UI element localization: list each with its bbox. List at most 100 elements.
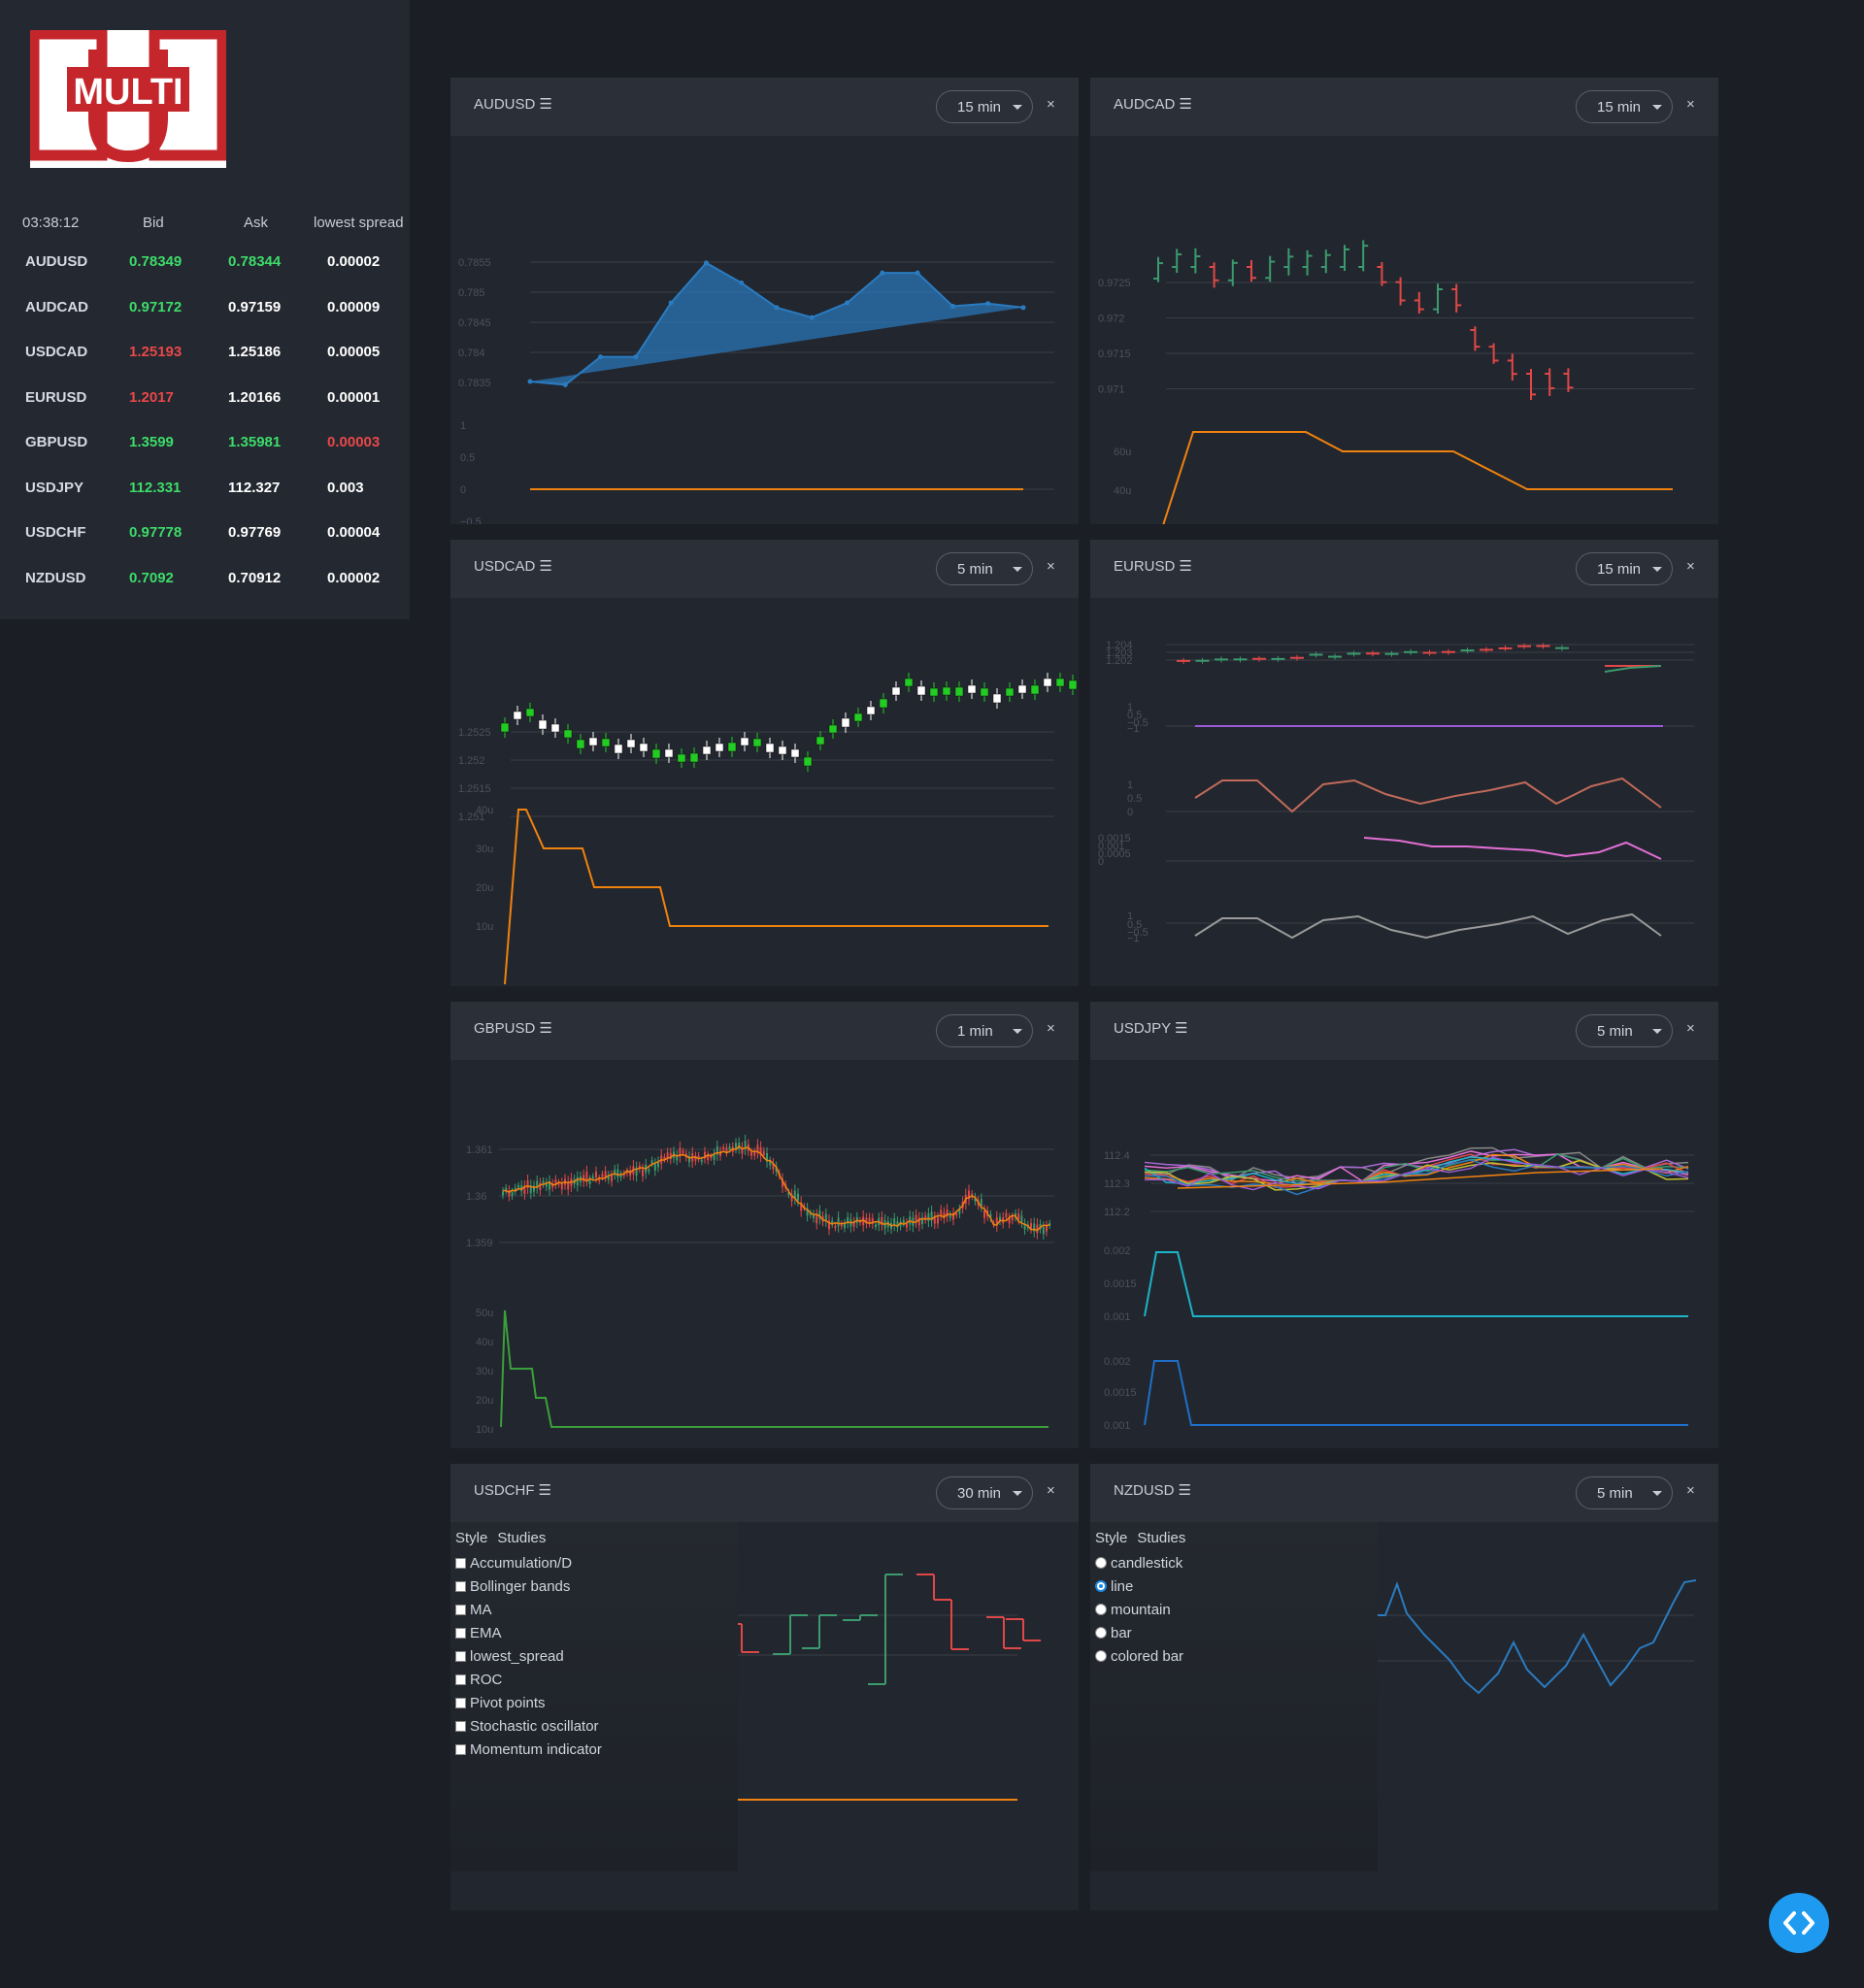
quote-row[interactable]: GBPUSD 1.3599 1.35981 0.00003 [0,434,410,479]
study-checkbox[interactable] [455,1580,466,1592]
study-checkbox[interactable] [455,1743,466,1755]
study-option[interactable]: Stochastic oscillator [455,1716,599,1736]
candle-body [604,1171,607,1177]
usdcad-chart[interactable]: 1.25251.2521.25151.25140u30u20u10u00:000… [450,598,1079,986]
study-checkbox[interactable] [455,1557,466,1569]
timeframe-select[interactable]: 5 min [936,552,1033,585]
study-checkbox[interactable] [455,1697,466,1708]
panel-title[interactable]: NZDUSD ☰ [1114,1481,1191,1499]
quote-row[interactable]: USDCHF 0.97778 0.97769 0.00004 [0,524,410,569]
timeframe-select[interactable]: 1 min [936,1014,1033,1047]
quote-row[interactable]: EURUSD 1.2017 1.20166 0.00001 [0,389,410,434]
close-icon[interactable]: × [1047,1482,1055,1499]
gbpusd-chart[interactable]: 1.3611.361.35950u40u30u20u10u00:0000:300… [450,1060,1079,1448]
quote-row[interactable]: AUDCAD 0.97172 0.97159 0.00009 [0,299,410,344]
close-icon[interactable]: × [1686,558,1695,575]
quote-row[interactable]: USDCAD 1.25193 1.25186 0.00005 [0,344,410,388]
data-point [527,379,533,384]
study-checkbox[interactable] [455,1720,466,1732]
study-checkbox[interactable] [455,1673,466,1685]
chevron-down-icon [1013,105,1022,110]
timeframe-select[interactable]: 15 min [1576,90,1673,123]
study-label: Pivot points [470,1694,546,1711]
candle-body [1046,1225,1048,1232]
candle-body [929,687,939,697]
timeframe-select[interactable]: 5 min [1576,1014,1673,1047]
data-point [774,305,780,311]
quote-bid: 1.25193 [129,344,183,360]
style-radio[interactable] [1095,1580,1107,1592]
quote-row[interactable]: NZDUSD 0.7092 0.70912 0.00002 [0,570,410,614]
study-option[interactable]: MA [455,1600,492,1619]
candle-body [954,686,964,697]
study-checkbox[interactable] [455,1650,466,1662]
style-radio[interactable] [1095,1604,1107,1615]
timeframe-value: 15 min [957,99,1002,116]
quote-row[interactable]: USDJPY 112.331 112.327 0.003 [0,480,410,524]
indicator-line [1144,1251,1688,1317]
panel-title[interactable]: AUDCAD ☰ [1114,95,1192,113]
style-option[interactable]: bar [1095,1623,1132,1642]
study-option[interactable]: Momentum indicator [455,1740,602,1759]
usdjpy-chart[interactable]: 112.4 112.3 112.2 0.002 0.0015 0.001 0.002 0.00… [1090,1060,1718,1448]
quote-ask: 1.25186 [228,344,282,360]
data-point [703,260,709,266]
study-option[interactable]: EMA [455,1623,502,1642]
audcad-chart[interactable]: 0.97250.9720.97150.97160u40u20u00:0000:3… [1090,136,1718,524]
quote-spread: 0.003 [327,479,364,496]
study-option[interactable]: Pivot points [455,1693,546,1712]
data-point [739,280,745,285]
panel-title[interactable]: GBPUSD ☰ [474,1019,552,1037]
timeframe-select[interactable]: 5 min [1576,1476,1673,1509]
panel-title[interactable]: USDCHF ☰ [474,1481,551,1499]
close-icon[interactable]: × [1686,1482,1695,1499]
close-icon[interactable]: × [1047,558,1055,575]
study-option[interactable]: lowest_spread [455,1646,564,1666]
style-radio[interactable] [1095,1627,1107,1639]
close-icon[interactable]: × [1047,1020,1055,1037]
code-toggle-button[interactable] [1769,1893,1829,1953]
tab-style[interactable]: Style [1095,1530,1127,1546]
timeframe-select[interactable]: 15 min [1576,552,1673,585]
timeframe-select[interactable]: 15 min [936,90,1033,123]
eurusd-chart[interactable]: 1.2041.2031.20210.5−0.5−110.500.00150.00… [1090,598,1718,986]
style-option[interactable]: candlestick [1095,1553,1182,1573]
quote-spread: 0.00002 [327,253,381,270]
chart-panel-usdcad: USDCAD ☰ 5 min × 1.2525 1.252 1.2515 1.251 4… [450,540,1079,986]
style-option[interactable]: mountain [1095,1600,1171,1619]
tab-studies[interactable]: Studies [497,1530,546,1546]
close-icon[interactable]: × [1686,1020,1695,1037]
style-radio[interactable] [1095,1557,1107,1569]
audusd-chart[interactable]: 0.78550.7850.78450.7840.783510.50−0.5−10… [450,136,1079,524]
study-option[interactable]: Bollinger bands [455,1576,570,1596]
candle-body [735,1143,737,1149]
style-radio[interactable] [1095,1650,1107,1662]
clock: 03:38:12 [22,215,80,231]
chart-panel-nzdusd: NZDUSD ☰ 5 min × 00:0000:3001:0001:3002:… [1090,1464,1718,1910]
study-checkbox[interactable] [455,1627,466,1639]
tab-studies[interactable]: Studies [1137,1530,1185,1546]
data-point [880,270,885,276]
study-label: ROC [470,1671,503,1688]
panel-title[interactable]: EURUSD ☰ [1114,557,1192,575]
candle-body [778,746,787,755]
close-icon[interactable]: × [1047,96,1055,113]
close-icon[interactable]: × [1686,96,1695,113]
panel-title[interactable]: USDJPY ☰ [1114,1019,1188,1037]
study-checkbox[interactable] [455,1604,466,1615]
y-tick-label: 20u [476,882,493,894]
study-option[interactable]: Accumulation/D [455,1553,572,1573]
candle-body [588,1179,591,1184]
quote-row[interactable]: AUDUSD 0.78349 0.78344 0.00002 [0,253,410,298]
study-option[interactable]: ROC [455,1670,502,1689]
candle-body [916,685,926,696]
timeframe-select[interactable]: 30 min [936,1476,1033,1509]
quote-spread: 0.00001 [327,388,381,406]
style-option[interactable]: colored bar [1095,1646,1183,1666]
style-option[interactable]: line [1095,1576,1133,1596]
tab-style[interactable]: Style [455,1530,487,1546]
panel-title[interactable]: AUDUSD ☰ [474,95,552,113]
candle-body [992,693,1002,704]
candle-body [942,686,951,696]
panel-title[interactable]: USDCAD ☰ [474,557,552,575]
